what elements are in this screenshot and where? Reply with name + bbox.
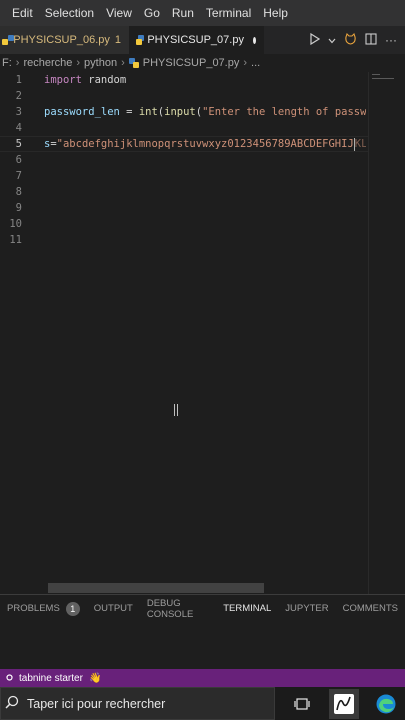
line-number: 10 [9,218,22,230]
code-line[interactable]: 9 [0,200,368,216]
python-file-icon [128,58,139,68]
menu-edit[interactable]: Edit [6,0,39,26]
line-code[interactable]: password_len = int(input("Enter the leng… [44,104,366,120]
tab-label: PHYSICSUP_07.py [147,34,244,46]
breadcrumb-drive[interactable]: F: [2,57,12,69]
search-placeholder: Taper ici pour rechercher [27,696,166,711]
line-number: 1 [15,74,22,86]
chevron-right-icon: › [121,57,125,69]
code-line-active[interactable]: 5 s="abcdefghijklmnopqrstuvwxyz012345678… [0,136,368,152]
split-editor-icon[interactable] [365,32,377,48]
tabnine-circle-icon [6,673,13,684]
python-file-icon [136,35,145,45]
tab-terminal[interactable]: TERMINAL [216,595,279,623]
menu-selection[interactable]: Selection [39,0,100,26]
horizontal-scrollbar[interactable] [48,583,264,593]
menu-run[interactable]: Run [166,0,200,26]
line-number: 5 [15,138,22,150]
editor-actions: ··· [309,26,405,54]
problems-count-badge: 1 [65,601,80,616]
code-line[interactable]: 2 [0,88,368,104]
taskbar-search[interactable]: Taper ici pour rechercher [0,687,275,720]
edge-browser-icon[interactable] [371,689,401,719]
breadcrumb-file[interactable]: PHYSICSUP_07.py [143,57,240,69]
tab-comments[interactable]: COMMENTS [336,595,405,623]
line-code[interactable]: import random [44,72,366,88]
line-number: 3 [15,106,22,118]
minimap[interactable] [368,72,405,594]
line-number: 4 [15,122,22,134]
search-icon [5,695,19,712]
line-code[interactable]: s="abcdefghijklmnopqrstuvwxyz0123456789A… [44,136,366,152]
code-line[interactable]: 11 [0,232,368,248]
menu-help[interactable]: Help [257,0,294,26]
line-number: 2 [15,90,22,102]
task-view-icon[interactable] [287,689,317,719]
menu-go[interactable]: Go [138,0,166,26]
chevron-right-icon: › [15,57,20,69]
run-options-chevron-down-icon[interactable] [328,33,336,47]
line-number: 7 [15,170,22,182]
code-line[interactable]: 3 password_len = int(input("Enter the le… [0,104,368,120]
breadcrumb-folder-python[interactable]: python [84,57,117,69]
line-number: 11 [9,234,22,246]
menu-view[interactable]: View [100,0,138,26]
minimap-line [372,78,394,79]
wave-hand-icon: 👋 [88,672,102,684]
breadcrumb-symbol[interactable]: ... [251,57,260,69]
code-line[interactable]: 6 [0,152,368,168]
run-icon[interactable] [309,32,321,48]
tab-physicsup-06[interactable]: PHYSICSUP_06.py 1 [0,26,130,54]
tabnine-cat-icon[interactable] [344,32,357,48]
editor-tab-bar: PHYSICSUP_06.py 1 PHYSICSUP_07.py ··· [0,26,405,54]
menu-bar: Edit Selection View Go Run Terminal Help [0,0,405,26]
code-line[interactable]: 8 [0,184,368,200]
line-number: 8 [15,186,22,198]
tab-problem-count: 1 [114,34,121,46]
chevron-right-icon: › [243,57,248,69]
breadcrumb: F: › recherche › python › PHYSICSUP_07.p… [0,54,405,72]
code-line[interactable]: 4 [0,120,368,136]
panel-tab-bar: PROBLEMS 1 OUTPUT DEBUG CONSOLE TERMINAL… [0,594,405,623]
code-editor[interactable]: 1 import random 2 3 password_len = int(i… [0,72,368,594]
text-cursor-icon [174,404,178,416]
tab-physicsup-07[interactable]: PHYSICSUP_07.py [130,26,264,54]
tab-debug-console[interactable]: DEBUG CONSOLE [140,595,216,623]
tab-problems[interactable]: PROBLEMS 1 [0,595,87,623]
menu-terminal[interactable]: Terminal [200,0,257,26]
code-line[interactable]: 10 [0,216,368,232]
chevron-right-icon: › [76,57,81,69]
tab-label: PHYSICSUP_06.py [13,34,110,46]
breadcrumb-folder-recherche[interactable]: recherche [23,57,72,69]
line-number: 6 [15,154,22,166]
tabnine-status[interactable]: tabnine starter [19,673,83,684]
line-number: 9 [15,202,22,214]
status-bar: tabnine starter 👋 [0,669,405,687]
unsaved-dot-icon[interactable] [252,36,256,44]
windows-taskbar: Taper ici pour rechercher [0,687,405,720]
tab-jupyter[interactable]: JUPYTER [278,595,335,623]
grapher-app-icon[interactable] [329,688,359,719]
more-actions-icon[interactable]: ··· [385,33,397,47]
code-line[interactable]: 7 [0,168,368,184]
tab-output[interactable]: OUTPUT [87,595,140,623]
code-line[interactable]: 1 import random [0,72,368,88]
terminal-panel[interactable] [0,622,405,669]
minimap-line [372,74,380,75]
